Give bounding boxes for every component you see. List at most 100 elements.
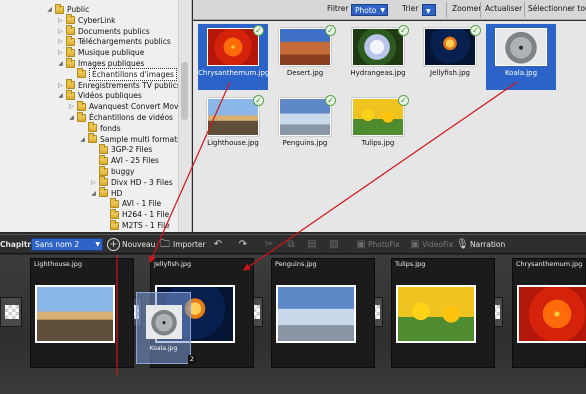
tree-item[interactable]: ▷ Téléchargements publics bbox=[57, 35, 171, 47]
folder-icon bbox=[99, 165, 108, 176]
gallery-item[interactable]: Koala.jpg bbox=[486, 24, 556, 90]
expander-icon[interactable]: ▷ bbox=[57, 38, 64, 45]
divider bbox=[446, 2, 447, 18]
drag-preview: Koala.jpg bbox=[136, 292, 191, 364]
folder-icon bbox=[66, 35, 75, 46]
gallery-item[interactable]: Hydrangeas.jpg ✓ bbox=[343, 24, 413, 90]
expander-icon[interactable]: ▷ bbox=[68, 103, 75, 110]
expander-icon[interactable]: ▷ bbox=[57, 82, 64, 89]
clip-thumbnail bbox=[396, 285, 476, 343]
storyboard-clip[interactable]: Chrysanthemum.jpg bbox=[512, 258, 586, 368]
folder-icon bbox=[66, 46, 75, 57]
zoom-button[interactable]: Zoomer bbox=[452, 3, 481, 15]
expander-icon[interactable]: ▷ bbox=[57, 28, 64, 35]
folder-icon bbox=[66, 57, 75, 68]
gallery-item-name: Lighthouse.jpg bbox=[207, 139, 259, 147]
divider bbox=[524, 2, 525, 18]
photofix-button[interactable]: PhotoFix bbox=[368, 238, 400, 251]
gallery-item[interactable]: Lighthouse.jpg ✓ bbox=[198, 94, 268, 154]
gallery-item[interactable]: Tulips.jpg ✓ bbox=[343, 94, 413, 154]
tree-item[interactable]: M2TS - 1 File bbox=[101, 219, 170, 231]
gallery-item[interactable]: Desert.jpg ✓ bbox=[270, 24, 340, 90]
gallery-thumbnail bbox=[207, 98, 259, 136]
storyboard[interactable]: Lighthouse.jpg Jellyfish.jpg Penguins.jpg T… bbox=[0, 255, 586, 394]
tree-item-label: AVI - 25 Files bbox=[111, 156, 159, 166]
tree-item[interactable]: ◢ Échantillons de vidéos bbox=[68, 111, 173, 123]
narration-button[interactable]: Narration bbox=[470, 238, 505, 251]
folder-icon bbox=[88, 133, 97, 144]
used-check-icon: ✓ bbox=[398, 25, 409, 36]
used-check-icon: ✓ bbox=[325, 25, 336, 36]
folder-icon bbox=[66, 79, 75, 90]
image-gallery: Chrysanthemum.jpg ✓ Desert.jpg ✓ Hydrangeas.… bbox=[193, 21, 586, 232]
tree-item[interactable]: buggy bbox=[90, 165, 134, 177]
sort-dropdown[interactable]: ▼ bbox=[422, 4, 436, 16]
new-chapter-button[interactable]: Nouveau bbox=[122, 238, 155, 251]
storyboard-clip[interactable]: Penguins.jpg bbox=[271, 258, 375, 368]
clip-thumbnail bbox=[276, 285, 356, 343]
chevron-down-icon: ▼ bbox=[380, 7, 385, 14]
gallery-thumbnail bbox=[352, 28, 404, 66]
folder-icon bbox=[77, 100, 86, 111]
expander-icon[interactable]: ◢ bbox=[57, 92, 64, 99]
tree-item[interactable]: ◢ Sample multi formats bbox=[79, 133, 181, 145]
drag-count-badge: 2 bbox=[188, 355, 196, 364]
transition-slot[interactable] bbox=[0, 297, 22, 327]
refresh-button[interactable]: Actualiser bbox=[485, 3, 522, 15]
expander-icon[interactable]: ▷ bbox=[57, 49, 64, 56]
tree-scrollbar-thumb[interactable] bbox=[181, 62, 188, 120]
tree-item[interactable]: ▷ Enregistrements TV publics bbox=[57, 79, 181, 91]
expander-icon[interactable]: ▷ bbox=[57, 17, 64, 24]
tree-item-label: CyberLink bbox=[78, 15, 116, 25]
gallery-item[interactable]: Jellyfish.jpg ✓ bbox=[415, 24, 485, 90]
tree-item[interactable]: ▷ Avanquest Convert Movie bbox=[68, 100, 185, 112]
expander-icon[interactable]: ◢ bbox=[90, 190, 97, 197]
tree-item[interactable]: fonds bbox=[79, 122, 121, 134]
filter-dropdown[interactable]: Photo ▼ bbox=[351, 4, 388, 16]
storyboard-clip[interactable]: Lighthouse.jpg bbox=[30, 258, 134, 368]
cut-icon[interactable]: ✂ bbox=[262, 238, 276, 251]
folder-icon bbox=[66, 14, 75, 25]
folder-icon bbox=[99, 187, 108, 198]
gallery-item[interactable]: Chrysanthemum.jpg ✓ bbox=[198, 24, 269, 90]
expander-icon[interactable]: ◢ bbox=[57, 60, 64, 67]
gallery-item-name: Koala.jpg bbox=[504, 69, 538, 77]
filter-value: Photo bbox=[355, 6, 377, 15]
import-button[interactable]: Importer bbox=[173, 238, 206, 251]
gallery-thumbnail bbox=[207, 28, 259, 66]
videofix-button[interactable]: VideoFix bbox=[422, 238, 453, 251]
select-all-button[interactable]: Sélectionner tout bbox=[528, 3, 586, 15]
used-check-icon: ✓ bbox=[398, 95, 409, 106]
undo-icon[interactable]: ↶ bbox=[211, 238, 225, 251]
clip-title: Penguins.jpg bbox=[275, 260, 317, 268]
clip-title: Lighthouse.jpg bbox=[34, 260, 82, 268]
storyboard-clip[interactable]: Tulips.jpg bbox=[391, 258, 495, 368]
expander-icon[interactable]: ▷ bbox=[90, 179, 97, 186]
folder-icon bbox=[66, 25, 75, 36]
browser-toolbar: Filtrer Photo ▼ Trier ▼ Zoomer Actualise… bbox=[193, 0, 586, 20]
used-check-icon: ✓ bbox=[470, 25, 481, 36]
redo-icon[interactable]: ↷ bbox=[236, 238, 250, 251]
image-icon[interactable]: ▨ bbox=[327, 238, 341, 251]
tree-item[interactable]: ◢ HD bbox=[90, 187, 122, 199]
tree-item[interactable]: Échantillons d'images bbox=[68, 67, 177, 81]
gallery-thumbnail bbox=[279, 98, 331, 136]
copy-icon[interactable]: ⧉ bbox=[284, 238, 298, 251]
add-icon[interactable]: + bbox=[107, 238, 120, 251]
expander-icon[interactable]: ◢ bbox=[68, 114, 75, 121]
videofix-icon: ▣ bbox=[410, 239, 420, 250]
paste-icon[interactable]: ▤ bbox=[305, 238, 319, 251]
gallery-item[interactable]: Penguins.jpg ✓ bbox=[270, 94, 340, 154]
folder-icon bbox=[55, 3, 64, 14]
folder-tree[interactable]: ◢ Public ▷ CyberLink ▷ Documents publics ▷ Télé… bbox=[0, 0, 192, 232]
expander-icon[interactable]: ◢ bbox=[46, 6, 53, 13]
chapter-dropdown[interactable]: Sans nom 2 ▼ bbox=[31, 238, 103, 251]
tree-item[interactable]: ◢ Vidéos publiques bbox=[57, 89, 142, 101]
tree-item-label: Divx HD - 3 Files bbox=[111, 177, 173, 187]
import-folder-icon[interactable]: 🗀 bbox=[158, 238, 172, 251]
expander-icon[interactable]: ◢ bbox=[79, 136, 86, 143]
